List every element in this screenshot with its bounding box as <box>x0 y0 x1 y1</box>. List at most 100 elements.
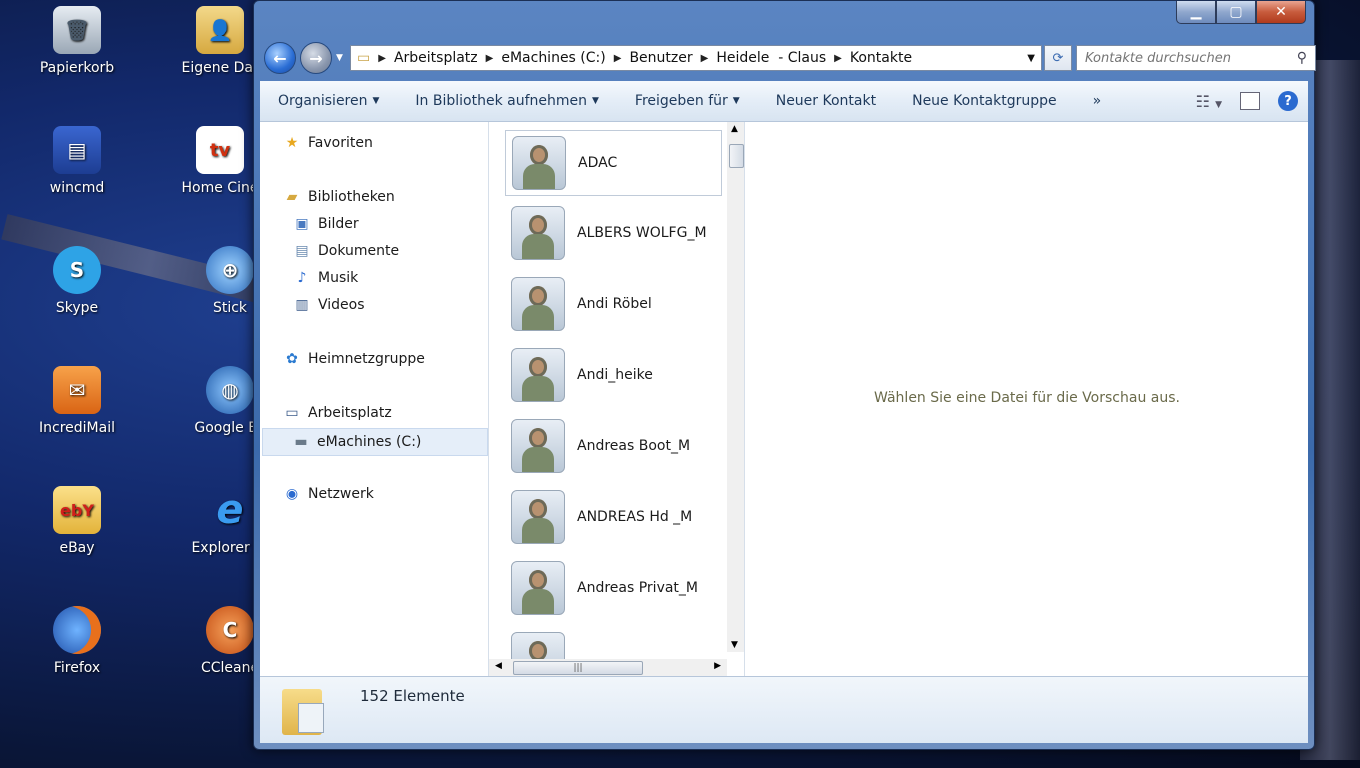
chevron-right-icon[interactable]: ▶ <box>614 53 622 64</box>
list-item[interactable]: ALBERS WOLFG_M <box>505 201 720 265</box>
new-contact-group-button[interactable]: Neue Kontaktgruppe <box>894 81 1075 121</box>
maximize-button[interactable]: ▢ <box>1216 1 1256 24</box>
list-item[interactable]: Andreas Boot_M <box>505 414 720 478</box>
include-in-library-label: In Bibliothek aufnehmen <box>415 93 587 109</box>
search-input[interactable] <box>1077 49 1287 67</box>
desktop-icon-firefox[interactable]: Firefox <box>17 606 137 676</box>
chevron-right-icon[interactable]: ▶ <box>378 53 386 64</box>
chevron-right-icon[interactable]: ▶ <box>701 53 709 64</box>
videos-icon: ▥ <box>295 297 309 313</box>
desktop-icon-recycle-bin[interactable]: 🗑 Papierkorb <box>17 6 137 76</box>
close-button[interactable]: ✕ <box>1256 1 1306 24</box>
list-item[interactable]: ANDREAS Hd _M <box>505 485 720 549</box>
preview-pane-icon[interactable] <box>1240 92 1260 110</box>
scroll-down-icon[interactable]: ▼ <box>731 640 738 650</box>
scroll-up-icon[interactable]: ▲ <box>731 124 738 134</box>
desktop-icon-ebay[interactable]: ebY eBay <box>17 486 137 556</box>
nav-item-network[interactable]: ◉ Netzwerk <box>284 486 374 502</box>
new-contact-button[interactable]: Neuer Kontakt <box>758 81 894 121</box>
globe-icon: ◍ <box>206 366 254 414</box>
help-icon[interactable]: ? <box>1278 91 1298 111</box>
chevron-down-icon: ▼ <box>732 96 740 106</box>
address-bar[interactable]: ▭ ▶ Arbeitsplatz ▶ eMachines (C:) ▶ Benu… <box>350 45 1042 71</box>
new-contact-group-label: Neue Kontaktgruppe <box>912 93 1057 109</box>
desktop-icon-label: Eigene Dat <box>181 60 259 76</box>
share-with-button[interactable]: Freigeben für ▼ <box>617 81 758 121</box>
details-pane: 152 Elemente <box>260 676 1308 743</box>
nav-item-libraries[interactable]: ▰ Bibliotheken <box>284 189 395 205</box>
forward-arrow-icon: → <box>309 48 323 68</box>
horizontal-scrollbar[interactable]: ◀ ||| ▶ <box>489 659 727 676</box>
search-icon[interactable]: ⚲ <box>1297 50 1307 66</box>
tv-icon: tv <box>196 126 244 174</box>
share-with-label: Freigeben für <box>634 93 728 109</box>
nav-item-drive-c[interactable]: ▬ eMachines (C:) <box>262 428 488 456</box>
vertical-scrollbar[interactable]: ▲ ▼ <box>727 122 744 652</box>
minimize-button[interactable]: ▁ <box>1176 1 1216 24</box>
nav-item-pictures[interactable]: ▣ Bilder <box>294 216 358 232</box>
chevron-right-icon[interactable]: ▶ <box>834 53 842 64</box>
item-count: 152 Elemente <box>360 687 465 705</box>
view-options-icon[interactable]: ☷ ▼ <box>1196 92 1222 111</box>
music-icon: ♪ <box>297 270 307 286</box>
scroll-thumb[interactable] <box>729 144 744 168</box>
ie-icon: e <box>216 487 244 533</box>
desktop-icon-skype[interactable]: S Skype <box>17 246 137 316</box>
organize-button[interactable]: Organisieren ▼ <box>260 81 397 121</box>
contact-name: ANDREAS Hd _M <box>577 509 693 525</box>
refresh-button[interactable]: ⟳ <box>1044 45 1072 71</box>
breadcrumb-item[interactable]: eMachines (C:) <box>501 50 605 66</box>
contact-name: Andreas Boot_M <box>577 438 691 454</box>
desktop-icon-incredimail[interactable]: ✉ IncrediMail <box>17 366 137 436</box>
nav-item-music[interactable]: ♪ Musik <box>294 270 359 286</box>
nav-item-videos[interactable]: ▥ Videos <box>294 297 365 313</box>
breadcrumb-item[interactable]: Kontakte <box>850 50 912 66</box>
contact-name: ADAC <box>578 155 618 171</box>
back-button[interactable]: ← <box>264 42 296 74</box>
command-bar: Organisieren ▼ In Bibliothek aufnehmen ▼ F… <box>260 81 1308 122</box>
nav-item-documents[interactable]: ▤ Dokumente <box>294 243 399 259</box>
nav-label: Videos <box>318 297 365 313</box>
scroll-right-icon[interactable]: ▶ <box>714 661 721 671</box>
breadcrumb-item[interactable]: Benutzer <box>629 50 692 66</box>
scroll-thumb[interactable]: ||| <box>513 661 643 675</box>
desktop-icon-label: wincmd <box>49 180 105 196</box>
folder-icon: ▭ <box>357 50 371 66</box>
desktop-icon-label: Firefox <box>53 660 101 676</box>
contact-name: Andi Röbel <box>577 296 652 312</box>
more-commands-button[interactable]: » <box>1075 81 1120 121</box>
desktop-icon-label: Stick <box>212 300 248 316</box>
list-item[interactable]: Andi_heike <box>505 343 720 407</box>
content-area: ★ Favoriten ▰ Bibliotheken ▣ Bilder ▤ Dokume… <box>260 122 1308 676</box>
scroll-left-icon[interactable]: ◀ <box>495 661 502 671</box>
refresh-icon: ⟳ <box>1052 50 1064 66</box>
list-item[interactable]: ADAC <box>505 130 722 196</box>
nav-label: eMachines (C:) <box>317 434 422 450</box>
minimize-icon: ▁ <box>1190 4 1202 20</box>
address-dropdown-icon[interactable]: ▼ <box>1027 53 1035 64</box>
list-item[interactable]: Andreas Privat_M <box>505 556 720 620</box>
nav-item-homegroup[interactable]: ✿ Heimnetzgruppe <box>284 351 425 367</box>
recent-pages-dropdown-icon[interactable]: ▼ <box>336 53 343 63</box>
pictures-icon: ▣ <box>295 216 309 232</box>
list-item[interactable]: Andi Röbel <box>505 272 720 336</box>
navigation-pane: ★ Favoriten ▰ Bibliotheken ▣ Bilder ▤ Dokume… <box>260 122 489 676</box>
explorer-window: ▁ ▢ ✕ ← → ▼ ▭ ▶ Arbeitsplatz ▶ eMachines… <box>253 0 1316 750</box>
caption-buttons: ▁ ▢ ✕ <box>1176 1 1306 24</box>
ebay-icon: ebY <box>53 486 101 534</box>
chevron-right-icon[interactable]: ▶ <box>486 53 494 64</box>
toolbar-right-group: ☷ ▼ ? <box>1196 81 1298 121</box>
close-icon: ✕ <box>1275 4 1287 20</box>
nav-label: Heimnetzgruppe <box>308 351 425 367</box>
include-in-library-button[interactable]: In Bibliothek aufnehmen ▼ <box>397 81 617 121</box>
contact-icon <box>512 136 566 190</box>
mail-icon: ✉ <box>53 366 101 414</box>
file-list: ADAC ALBERS WOLFG_M Andi Röbel Andi_heik… <box>489 122 745 676</box>
breadcrumb-item[interactable]: Arbeitsplatz <box>394 50 478 66</box>
desktop-icon-wincmd[interactable]: ▤ wincmd <box>17 126 137 196</box>
breadcrumb-item[interactable]: Heidele - Claus <box>716 50 826 66</box>
forward-button[interactable]: → <box>300 42 332 74</box>
nav-item-favorites[interactable]: ★ Favoriten <box>284 135 373 151</box>
contact-icon <box>511 348 565 402</box>
nav-item-computer[interactable]: ▭ Arbeitsplatz <box>284 405 391 421</box>
